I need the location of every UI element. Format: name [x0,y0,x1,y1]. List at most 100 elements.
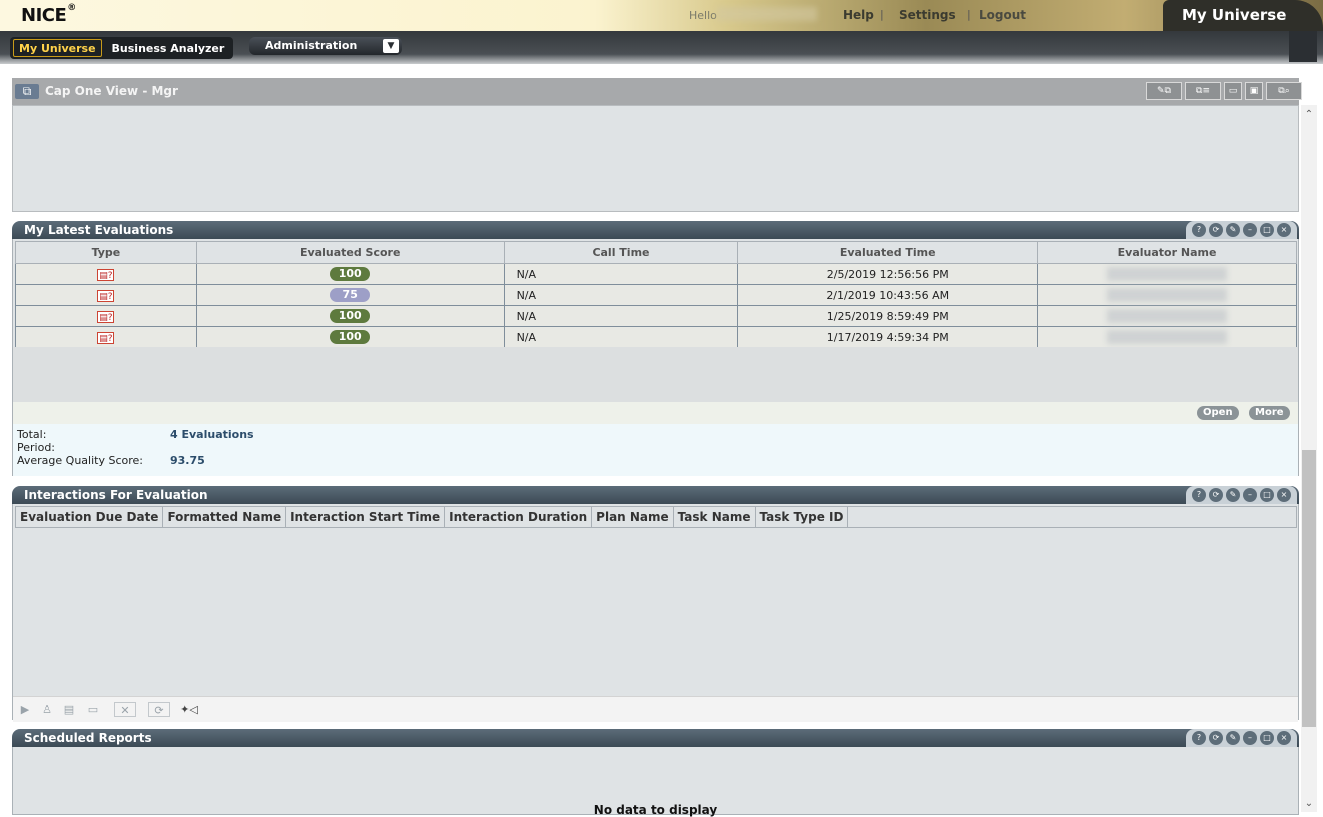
close-icon[interactable]: × [1277,488,1291,502]
main-nav: My Universe Business Analyzer Administra… [0,31,1323,64]
type-cell: ▤? [15,284,197,306]
nice-logo: NICE® [21,3,76,26]
no-data-message: No data to display [593,803,718,817]
refresh-icon[interactable]: ⟳ [1209,223,1223,237]
scroll-down-icon[interactable]: ⌄ [1301,796,1317,812]
period-label: Period: [17,441,56,454]
evaluations-table: Type Evaluated Score Call Time Evaluated… [15,241,1297,348]
product-brand: My Universe [1163,0,1323,31]
close-icon[interactable]: × [1277,731,1291,745]
page-scrollbar[interactable]: ⌃ ⌄ [1301,105,1317,812]
nav-tabs: My Universe Business Analyzer [10,37,234,59]
column-header-task-type-id[interactable]: Task Type ID [756,507,849,527]
maximize-icon[interactable]: □ [1260,488,1274,502]
refresh-icon[interactable]: ⟳ [1209,731,1223,745]
edit-icon[interactable]: ✎ [1226,488,1240,502]
evaluated-time-cell: 2/5/2019 12:56:56 PM [737,263,1039,285]
interactions-portlet: Interactions For Evaluation ? ⟳ ✎ – □ × … [12,486,1299,722]
column-header-task-name[interactable]: Task Name [674,507,756,527]
evaluation-form-icon[interactable]: ▤? [97,289,115,302]
nav-end-cap [1289,31,1317,62]
logout-link[interactable]: Logout [979,8,1026,22]
save-icon[interactable]: ▭ [1224,82,1242,100]
evaluator-cell [1037,284,1297,306]
minimize-icon[interactable]: – [1243,731,1257,745]
portlet-controls: ? ⟳ ✎ – □ × [1186,221,1297,239]
scroll-up-icon[interactable]: ⌃ [1301,107,1317,123]
play-icon[interactable]: ▶ [16,702,34,717]
tab-business-analyzer[interactable]: Business Analyzer [106,39,231,57]
save-as-icon[interactable]: ▣ [1245,82,1263,100]
portlet-controls: ? ⟳ ✎ – □ × [1186,486,1297,504]
table-row[interactable]: ▤? 100 N/A 2/5/2019 12:56:56 PM [15,263,1297,285]
delete-icon[interactable]: ✕ [114,702,136,717]
evaluations-portlet: My Latest Evaluations ? ⟳ ✎ – □ × Type E… [12,221,1299,476]
copy-icon[interactable]: ▤ [60,702,78,717]
column-header-type[interactable]: Type [15,241,197,264]
column-header-due-date[interactable]: Evaluation Due Date [16,507,164,527]
refresh-icon[interactable]: ⟳ [148,702,170,717]
refresh-icon[interactable]: ⟳ [1209,488,1223,502]
type-cell: ▤? [15,263,197,285]
maximize-icon[interactable]: □ [1260,223,1274,237]
manage-views-icon[interactable]: ⧉≡ [1185,82,1221,100]
evaluated-time-cell: 2/1/2019 10:43:56 AM [737,284,1039,306]
page-title-bar: ⧉ Cap One View - Mgr ✎⧉ ⧉≡ ▭ ▣ ⧉⌕ [12,78,1302,105]
column-header-evaluated-time[interactable]: Evaluated Time [737,241,1039,264]
table-row[interactable]: ▤? 100 N/A 1/25/2019 8:59:49 PM [15,305,1297,327]
help-link[interactable]: Help [843,8,874,22]
help-icon[interactable]: ? [1192,731,1206,745]
score-badge: 100 [330,330,371,344]
edit-icon[interactable]: ✎ [1226,731,1240,745]
help-icon[interactable]: ? [1192,488,1206,502]
total-label: Total: [17,428,47,441]
score-badge: 75 [330,288,371,302]
table-row[interactable]: ▤? 100 N/A 1/17/2019 4:59:34 PM [15,326,1297,348]
score-cell: 100 [195,305,505,327]
chevron-down-icon[interactable]: ▼ [383,39,399,53]
portlet-title: Scheduled Reports [24,731,152,745]
total-value: 4 Evaluations [170,428,254,441]
column-header-call-time[interactable]: Call Time [503,241,739,264]
redacted-evaluator-name [1107,288,1228,302]
call-time-cell: N/A [503,284,739,306]
call-time-cell: N/A [503,263,739,285]
tab-my-universe[interactable]: My Universe [13,39,102,57]
interactions-table-header: Evaluation Due Date Formatted Name Inter… [15,506,1297,528]
evaluation-form-icon[interactable]: ▤? [97,268,115,281]
column-header-score[interactable]: Evaluated Score [195,241,505,264]
details-icon[interactable]: ▭ [84,702,102,717]
minimize-icon[interactable]: – [1243,223,1257,237]
edit-view-icon[interactable]: ✎⧉ [1146,82,1182,100]
help-icon[interactable]: ? [1192,223,1206,237]
column-header-evaluator[interactable]: Evaluator Name [1037,241,1297,264]
score-badge: 100 [330,309,371,323]
portlet-header: Scheduled Reports ? ⟳ ✎ – □ × [12,729,1299,747]
maximize-icon[interactable]: □ [1260,731,1274,745]
view-icon: ⧉ [15,84,39,99]
find-view-icon[interactable]: ⧉⌕ [1266,82,1302,100]
evaluation-form-icon[interactable]: ▤? [97,310,115,323]
evaluator-cell [1037,305,1297,327]
scroll-thumb[interactable] [1302,450,1316,727]
evaluation-form-icon[interactable]: ▤? [97,331,115,344]
column-header-formatted-name[interactable]: Formatted Name [163,507,287,527]
media-icon[interactable]: ✦◁ [180,702,198,717]
column-header-plan-name[interactable]: Plan Name [592,507,674,527]
close-icon[interactable]: × [1277,223,1291,237]
table-empty-space [13,347,1298,402]
assign-icon[interactable]: ♙ [38,702,56,717]
settings-link[interactable]: Settings [899,8,956,22]
open-button[interactable]: Open [1197,406,1239,420]
redacted-evaluator-name [1107,309,1228,323]
edit-icon[interactable]: ✎ [1226,223,1240,237]
column-header-start-time[interactable]: Interaction Start Time [286,507,446,527]
more-button[interactable]: More [1249,406,1290,420]
minimize-icon[interactable]: – [1243,488,1257,502]
separator: | [967,8,971,21]
column-header-duration[interactable]: Interaction Duration [445,507,593,527]
evaluated-time-cell: 1/17/2019 4:59:34 PM [737,326,1039,348]
administration-menu[interactable]: Administration ▼ [249,37,402,55]
table-row[interactable]: ▤? 75 N/A 2/1/2019 10:43:56 AM [15,284,1297,306]
evaluator-cell [1037,263,1297,285]
